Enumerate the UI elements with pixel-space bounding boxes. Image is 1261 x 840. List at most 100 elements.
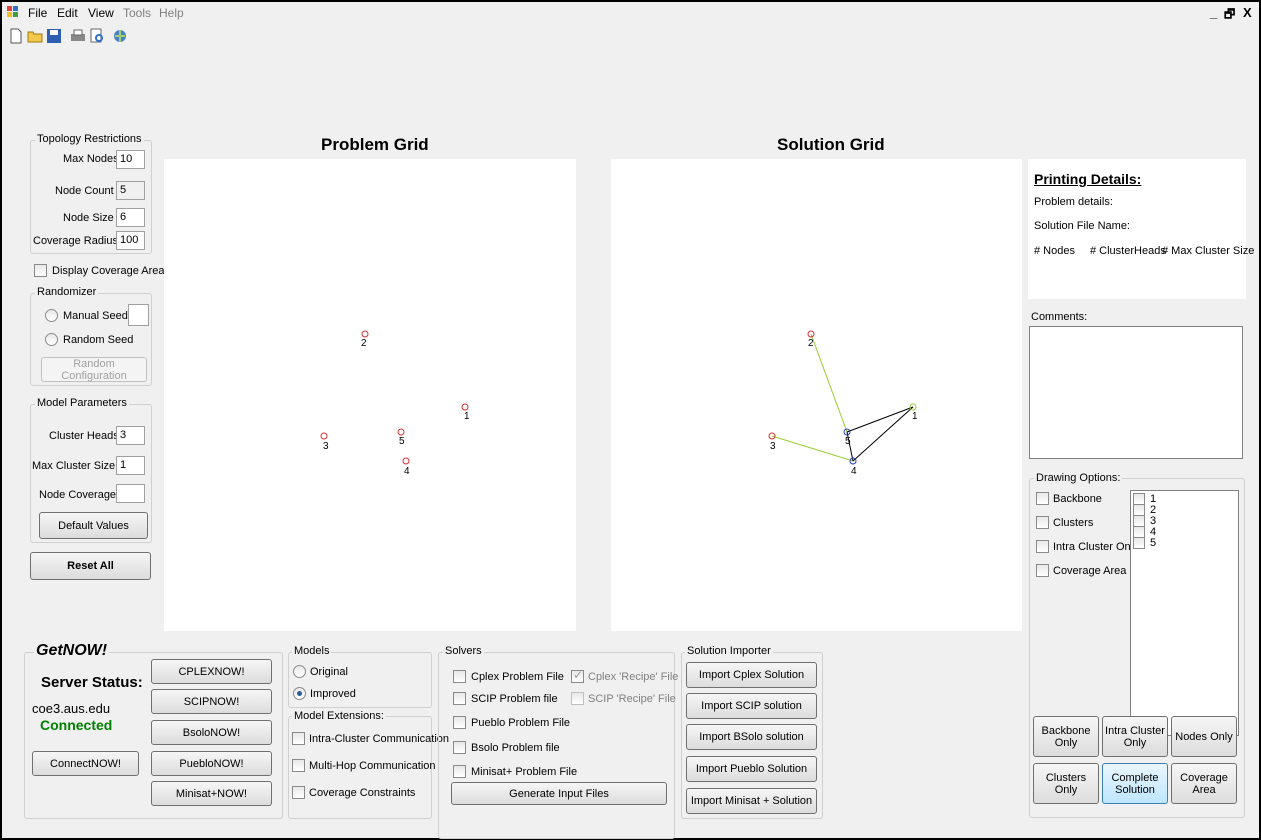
random-configuration-button[interactable]: Random Configuration: [41, 357, 147, 382]
cplex-problem-checkbox[interactable]: [453, 670, 466, 683]
cluster-heads-input[interactable]: 3: [116, 426, 145, 445]
default-values-button[interactable]: Default Values: [39, 512, 148, 539]
nodes-only-button[interactable]: Nodes Only: [1171, 716, 1237, 757]
scip-now-button[interactable]: SCIPNOW!: [151, 689, 272, 714]
models-title: Models: [292, 645, 332, 657]
original-radio[interactable]: [293, 665, 306, 678]
problem-node-5: 5: [397, 428, 405, 447]
solution-node-2: 2: [807, 330, 815, 349]
coverage-radius-label: Coverage Radius: [33, 235, 118, 247]
coverage-area-checkbox[interactable]: [1036, 564, 1049, 577]
import-scip-button[interactable]: Import SCIP solution: [686, 693, 817, 719]
import-cplex-button[interactable]: Import Cplex Solution: [686, 662, 817, 688]
complete-solution-button[interactable]: Complete Solution: [1102, 763, 1168, 804]
multi-hop-communication-label: Multi-Hop Communication: [309, 760, 436, 772]
node-count-label: Node Count: [55, 185, 114, 197]
node-size-input[interactable]: 6: [116, 208, 145, 227]
backbone-checkbox[interactable]: [1036, 492, 1049, 505]
menu-file[interactable]: File: [28, 6, 47, 20]
app-icon: [7, 6, 18, 17]
multi-hop-communication-checkbox[interactable]: [292, 759, 305, 772]
svg-text:5: 5: [845, 436, 851, 447]
coverage-constraints-checkbox[interactable]: [292, 786, 305, 799]
cplex-recipe-checkbox[interactable]: [571, 668, 584, 683]
minimize-button[interactable]: _: [1210, 5, 1217, 20]
import-bsolo-button[interactable]: Import BSolo solution: [686, 724, 817, 750]
new-icon[interactable]: [8, 28, 24, 44]
bsolo-problem-label: Bsolo Problem file: [471, 742, 560, 754]
clusters-label: Clusters: [1053, 517, 1094, 529]
problem-grid-svg: 2 1 3 5 4: [320, 330, 470, 477]
seed-input[interactable]: [128, 304, 149, 326]
coverage-area-button[interactable]: Coverage Area: [1171, 763, 1237, 804]
server-address: coe3.aus.edu: [32, 701, 111, 716]
bsolo-problem-checkbox[interactable]: [453, 741, 466, 754]
save-icon[interactable]: [46, 28, 62, 44]
cluster-heads-print-label: # ClusterHeads: [1090, 245, 1166, 257]
manual-seed-label: Manual Seed: [63, 310, 128, 322]
import-minisat-button[interactable]: Import Minisat + Solution: [686, 788, 817, 814]
intra-cluster-only-label: Intra Cluster Only: [1053, 541, 1139, 553]
solvers-title: Solvers: [443, 645, 484, 657]
node-count-field: 5: [116, 181, 145, 200]
coverage-radius-input[interactable]: 100: [116, 231, 145, 250]
intra-cluster-only-checkbox[interactable]: [1036, 540, 1049, 553]
max-nodes-input[interactable]: 10: [116, 150, 145, 169]
comments-label: Comments:: [1031, 311, 1088, 323]
pueblo-problem-label: Pueblo Problem File: [471, 717, 571, 729]
connect-now-button[interactable]: ConnectNOW!: [32, 751, 139, 776]
reset-all-button[interactable]: Reset All: [30, 552, 151, 580]
web-icon[interactable]: [112, 28, 128, 44]
comments-textarea[interactable]: [1029, 326, 1243, 459]
svg-text:4: 4: [851, 466, 857, 477]
svg-text:2: 2: [361, 338, 367, 349]
improved-radio[interactable]: [293, 687, 306, 700]
getnow-title: GetNOW!: [34, 642, 110, 660]
clusters-checkbox[interactable]: [1036, 516, 1049, 529]
original-label: Original: [310, 666, 348, 678]
random-seed-radio[interactable]: [45, 333, 58, 346]
print-preview-icon[interactable]: [89, 28, 105, 44]
backbone-only-button[interactable]: Backbone Only: [1033, 716, 1099, 757]
max-cluster-size-print-label: # Max Cluster Size: [1162, 245, 1255, 257]
scip-problem-checkbox[interactable]: [453, 692, 466, 705]
pueblo-now-button[interactable]: PuebloNOW!: [151, 751, 272, 776]
solution-grid-canvas[interactable]: 2 1 3 5 4: [611, 159, 1022, 631]
cplex-now-button[interactable]: CPLEXNOW!: [151, 659, 272, 684]
max-cluster-size-label: Max Cluster Size: [32, 460, 116, 472]
display-coverage-checkbox[interactable]: [34, 264, 47, 277]
node-coverage-input[interactable]: [116, 484, 145, 503]
generate-input-files-button[interactable]: Generate Input Files: [451, 782, 667, 805]
open-icon[interactable]: [27, 28, 43, 44]
problem-grid-canvas[interactable]: 2 1 3 5 4: [164, 159, 576, 631]
max-nodes-label: Max Nodes: [63, 153, 119, 165]
scip-recipe-checkbox[interactable]: [571, 692, 584, 705]
random-seed-label: Random Seed: [63, 334, 134, 346]
print-icon[interactable]: [70, 28, 86, 44]
solution-node-1: 1: [909, 403, 918, 422]
pueblo-problem-checkbox[interactable]: [453, 716, 466, 729]
bsolo-now-button[interactable]: BsoloNOW!: [151, 720, 272, 745]
minisat-now-button[interactable]: Minisat+NOW!: [151, 781, 272, 806]
menu-help[interactable]: Help: [159, 6, 184, 20]
intra-cluster-only-button[interactable]: Intra Cluster Only: [1102, 716, 1168, 757]
solution-grid-title: Solution Grid: [777, 135, 885, 154]
minisat-problem-label: Minisat+ Problem File: [471, 766, 578, 778]
menu-view[interactable]: View: [88, 6, 114, 20]
improved-label: Improved: [310, 688, 356, 700]
max-cluster-size-input[interactable]: 1: [116, 456, 145, 475]
menu-tools[interactable]: Tools: [123, 6, 151, 20]
menu-edit[interactable]: Edit: [57, 6, 78, 20]
cplex-recipe-label: Cplex 'Recipe' File: [588, 671, 679, 683]
intra-cluster-communication-checkbox[interactable]: [292, 732, 305, 745]
node-checklist[interactable]: 1 2 3 4 5: [1130, 490, 1239, 736]
clusters-only-button[interactable]: Clusters Only: [1033, 763, 1099, 804]
import-pueblo-button[interactable]: Import Pueblo Solution: [686, 756, 817, 782]
intra-cluster-communication-label: Intra-Cluster Communication: [309, 733, 449, 745]
close-button[interactable]: X: [1243, 5, 1252, 20]
toolbar: [2, 24, 1259, 50]
minisat-problem-checkbox[interactable]: [453, 765, 466, 778]
manual-seed-radio[interactable]: [45, 309, 58, 322]
solution-importer-title: Solution Importer: [685, 645, 773, 657]
maximize-button[interactable]: 🗗: [1224, 5, 1235, 26]
